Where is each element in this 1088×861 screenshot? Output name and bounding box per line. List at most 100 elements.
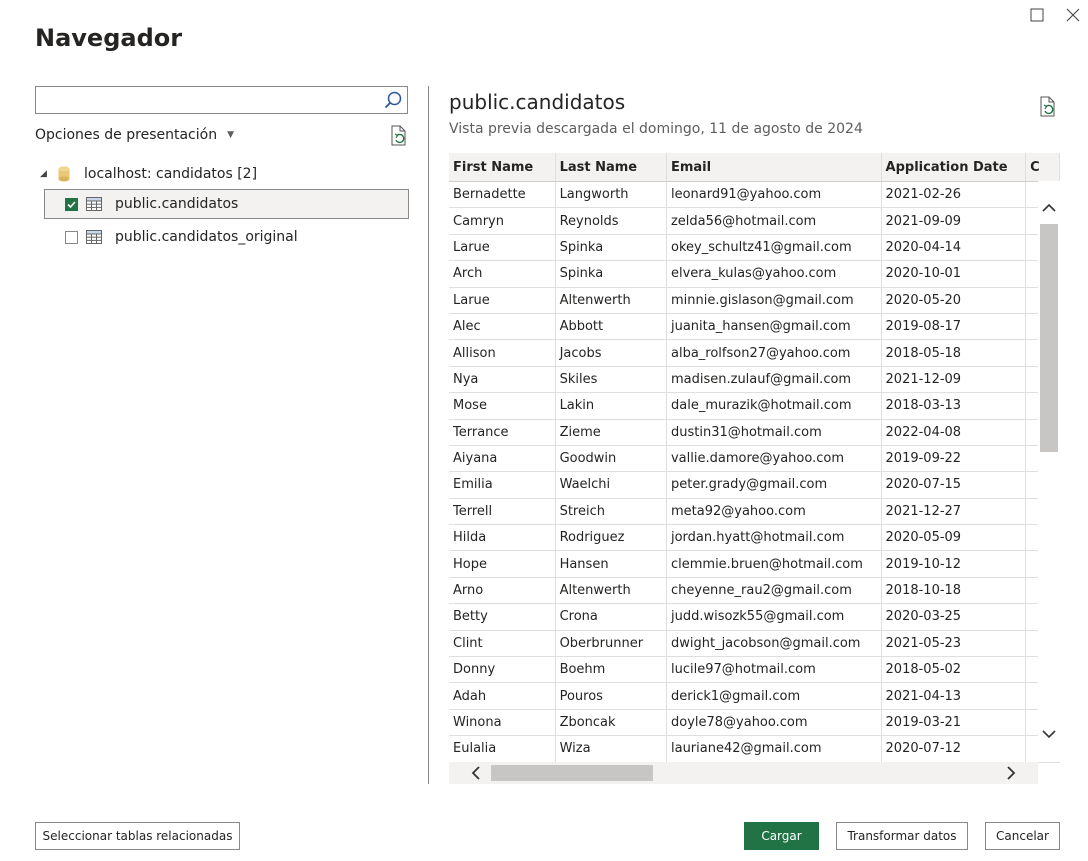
table-cell: judd.wisozk55@gmail.com xyxy=(666,603,882,631)
column-header[interactable]: C xyxy=(1025,153,1060,182)
table-cell: 2021-12-09 xyxy=(881,366,1027,394)
table-row[interactable]: Arch Spinka elvera_kulas@yahoo.com 2020-10-… xyxy=(449,260,1060,288)
table-row[interactable]: Clint Oberbrunner dwight_jacobson@gmail.co… xyxy=(449,630,1060,658)
table-cell: Donny xyxy=(449,656,556,684)
table-row[interactable]: Emilia Waelchi peter.grady@gmail.com 2020-0… xyxy=(449,471,1060,499)
table-row[interactable]: Donny Boehm lucile97@hotmail.com 2018-05-02 xyxy=(449,656,1060,684)
scroll-right-icon[interactable] xyxy=(1002,764,1020,782)
scroll-left-icon[interactable] xyxy=(467,764,485,782)
transform-data-button[interactable]: Transformar datos xyxy=(836,822,968,850)
expand-arrow-icon[interactable]: ◢ xyxy=(40,169,56,179)
table-cell: Wiza xyxy=(555,735,667,763)
table-row[interactable]: Adah Pouros derick1@gmail.com 2021-04-13 xyxy=(449,682,1060,710)
tree-item-public-candidatos[interactable]: public.candidatos xyxy=(44,189,409,219)
search-box[interactable] xyxy=(35,86,408,114)
table-cell: Zboncak xyxy=(555,709,667,737)
table-row[interactable]: Terrance Zieme dustin31@hotmail.com 2022-04… xyxy=(449,419,1060,446)
table-row[interactable]: Larue Altenwerth minnie.gislason@gmail.com… xyxy=(449,287,1060,314)
table-row[interactable]: Arno Altenwerth cheyenne_rau2@gmail.com 201… xyxy=(449,577,1060,605)
table-cell: Altenwerth xyxy=(555,287,667,314)
table-cell: Abbott xyxy=(555,313,667,341)
table-row[interactable]: Betty Crona judd.wisozk55@gmail.com 2020-03… xyxy=(449,603,1060,631)
table-cell: zelda56@hotmail.com xyxy=(666,207,882,235)
table-cell: 2018-05-02 xyxy=(881,656,1027,684)
column-header[interactable]: Application Date xyxy=(881,153,1027,182)
table-cell: Hope xyxy=(449,550,556,578)
table-row[interactable]: Nya Skiles madisen.zulauf@gmail.com 2021-12… xyxy=(449,366,1060,394)
checkmark-icon xyxy=(67,200,76,208)
select-related-tables-button[interactable]: Seleccionar tablas relacionadas xyxy=(35,822,240,850)
database-icon xyxy=(58,166,70,182)
table-row[interactable]: Camryn Reynolds zelda56@hotmail.com 2021-09… xyxy=(449,207,1060,235)
table-cell: 2021-02-26 xyxy=(881,181,1027,209)
table-cell: 2020-07-15 xyxy=(881,471,1027,499)
table-cell: Skiles xyxy=(555,366,667,394)
table-cell: derick1@gmail.com xyxy=(666,682,882,710)
table-cell: Rodriguez xyxy=(555,524,667,552)
table-cell: Clint xyxy=(449,630,556,658)
table-row[interactable]: Alec Abbott juanita_hansen@gmail.com 2019-0… xyxy=(449,313,1060,341)
checkbox-unchecked[interactable] xyxy=(65,230,78,244)
display-options-label: Opciones de presentación xyxy=(35,127,218,143)
table-row[interactable]: Winona Zboncak doyle78@yahoo.com 2019-03-21 xyxy=(449,709,1060,737)
pane-divider[interactable] xyxy=(428,86,429,784)
scroll-up-icon[interactable] xyxy=(1040,199,1058,217)
load-button[interactable]: Cargar xyxy=(744,822,819,850)
table-cell: dustin31@hotmail.com xyxy=(666,419,882,446)
column-header[interactable]: First Name xyxy=(449,153,556,182)
table-cell: Zieme xyxy=(555,419,667,446)
table-cell: Mose xyxy=(449,392,556,420)
table-row[interactable]: Hilda Rodriguez jordan.hyatt@hotmail.com 20… xyxy=(449,524,1060,552)
preview-title: public.candidatos xyxy=(449,90,626,114)
table-header-row: First Name Last Name Email Application D… xyxy=(449,153,1060,182)
search-icon[interactable] xyxy=(383,90,403,110)
scroll-down-icon[interactable] xyxy=(1040,725,1058,743)
table-cell: madisen.zulauf@gmail.com xyxy=(666,366,882,394)
table-cell: Arch xyxy=(449,260,556,288)
table-cell: Larue xyxy=(449,234,556,262)
table-cell: 2020-07-12 xyxy=(881,735,1027,763)
display-options-dropdown[interactable]: Opciones de presentación ▼ xyxy=(35,127,234,143)
table-cell: Aiyana xyxy=(449,445,556,473)
horizontal-scroll-thumb[interactable] xyxy=(491,765,653,781)
tree-item-label: public.candidatos_original xyxy=(115,229,298,245)
table-cell: Bernadette xyxy=(449,181,556,209)
table-cell: Nya xyxy=(449,366,556,394)
table-cell: Terrell xyxy=(449,498,556,526)
table-cell: Langworth xyxy=(555,181,667,209)
table-row[interactable]: Bernadette Langworth leonard91@yahoo.com 20… xyxy=(449,181,1060,209)
preview-table: First Name Last Name Email Application D… xyxy=(449,153,1060,763)
table-row[interactable]: Larue Spinka okey_schultz41@gmail.com 2020-… xyxy=(449,234,1060,262)
table-icon xyxy=(86,230,102,244)
column-header[interactable]: Email xyxy=(666,153,882,182)
table-row[interactable]: Hope Hansen clemmie.bruen@hotmail.com 2019-… xyxy=(449,550,1060,578)
refresh-button-left[interactable] xyxy=(389,125,409,147)
table-row[interactable]: Mose Lakin dale_murazik@hotmail.com 2018-03… xyxy=(449,392,1060,420)
column-header[interactable]: Last Name xyxy=(555,153,667,182)
table-row[interactable]: Terrell Streich meta92@yahoo.com 2021-12-27 xyxy=(449,498,1060,526)
table-cell: Betty xyxy=(449,603,556,631)
chevron-down-icon: ▼ xyxy=(227,130,234,140)
refresh-preview-button[interactable] xyxy=(1038,96,1058,118)
table-cell: dale_murazik@hotmail.com xyxy=(666,392,882,420)
table-cell: minnie.gislason@gmail.com xyxy=(666,287,882,314)
vertical-scroll-thumb[interactable] xyxy=(1040,224,1058,452)
dialog-title: Navegador xyxy=(35,24,183,52)
table-cell: 2020-04-14 xyxy=(881,234,1027,262)
cancel-button[interactable]: Cancelar xyxy=(985,822,1060,850)
tree-root-localhost[interactable]: ◢ localhost: candidatos [2] xyxy=(40,164,257,184)
checkbox-checked[interactable] xyxy=(65,197,78,211)
vertical-scrollbar[interactable] xyxy=(1038,181,1060,762)
preview-grid[interactable]: First Name Last Name Email Application D… xyxy=(449,153,1060,784)
table-cell: vallie.damore@yahoo.com xyxy=(666,445,882,473)
close-window-button[interactable] xyxy=(1062,4,1084,26)
tree-item-public-candidatos-original[interactable]: public.candidatos_original xyxy=(44,222,409,252)
table-cell: Spinka xyxy=(555,234,667,262)
horizontal-scrollbar[interactable] xyxy=(449,762,1038,784)
table-row[interactable]: Aiyana Goodwin vallie.damore@yahoo.com 2019… xyxy=(449,445,1060,473)
search-input[interactable] xyxy=(40,88,374,114)
table-row[interactable]: Allison Jacobs alba_rolfson27@yahoo.com 201… xyxy=(449,339,1060,367)
maximize-button[interactable] xyxy=(1026,4,1048,26)
table-row[interactable]: Eulalia Wiza lauriane42@gmail.com 2020-07-1… xyxy=(449,735,1060,763)
table-cell: 2021-09-09 xyxy=(881,207,1027,235)
